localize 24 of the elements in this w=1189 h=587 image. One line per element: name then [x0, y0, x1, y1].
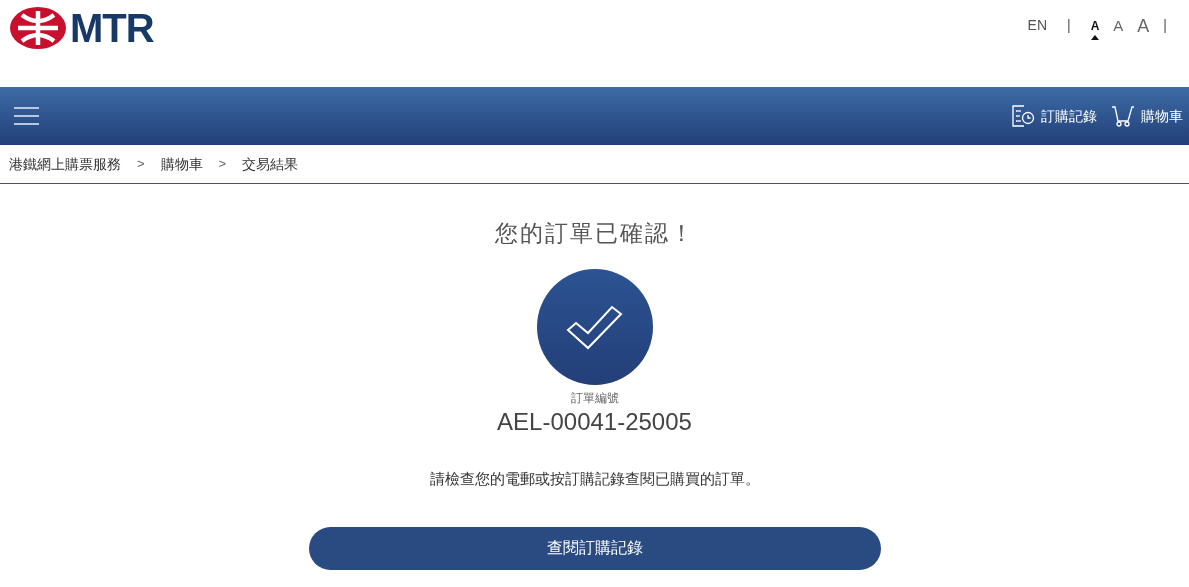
order-number-label: 訂單編號 [570, 390, 619, 407]
font-size-button[interactable]: A [1137, 16, 1150, 35]
logo-wordmark: MTR [70, 8, 154, 48]
breadcrumb-current-page: 交易結果 [242, 154, 299, 174]
font-size-button[interactable]: A [1113, 18, 1124, 33]
order-number: AEL-00041-25005 [497, 407, 692, 437]
document-clock-icon [1011, 105, 1035, 127]
breadcrumb-separator: > [218, 155, 227, 174]
separator-text: | [1163, 16, 1167, 35]
order-history-link[interactable]: 訂購記錄 [1011, 105, 1097, 127]
view-orders-button[interactable]: 查閱訂購記錄 [308, 526, 881, 570]
mtr-logo-icon [10, 7, 66, 49]
breadcrumb-separator: > [137, 155, 145, 174]
cart-link[interactable]: 購物車 [1111, 105, 1183, 127]
instruction-text: 請檢查您的電郵或按訂購記錄查閱已購買的訂單。 [429, 469, 760, 489]
cart-icon [1111, 105, 1135, 127]
separator-text: | [1066, 16, 1072, 35]
menu-icon[interactable] [14, 107, 39, 125]
language-link[interactable]: EN [1027, 15, 1047, 36]
confirmation-title: 您的訂單已確認！ [494, 219, 695, 248]
selected-caret-icon [1091, 34, 1099, 40]
breadcrumb-link[interactable]: 港鐵網上購票服務 [9, 153, 121, 175]
breadcrumb-link[interactable]: 購物車 [160, 153, 203, 175]
font-size-button[interactable]: A [1090, 19, 1100, 32]
